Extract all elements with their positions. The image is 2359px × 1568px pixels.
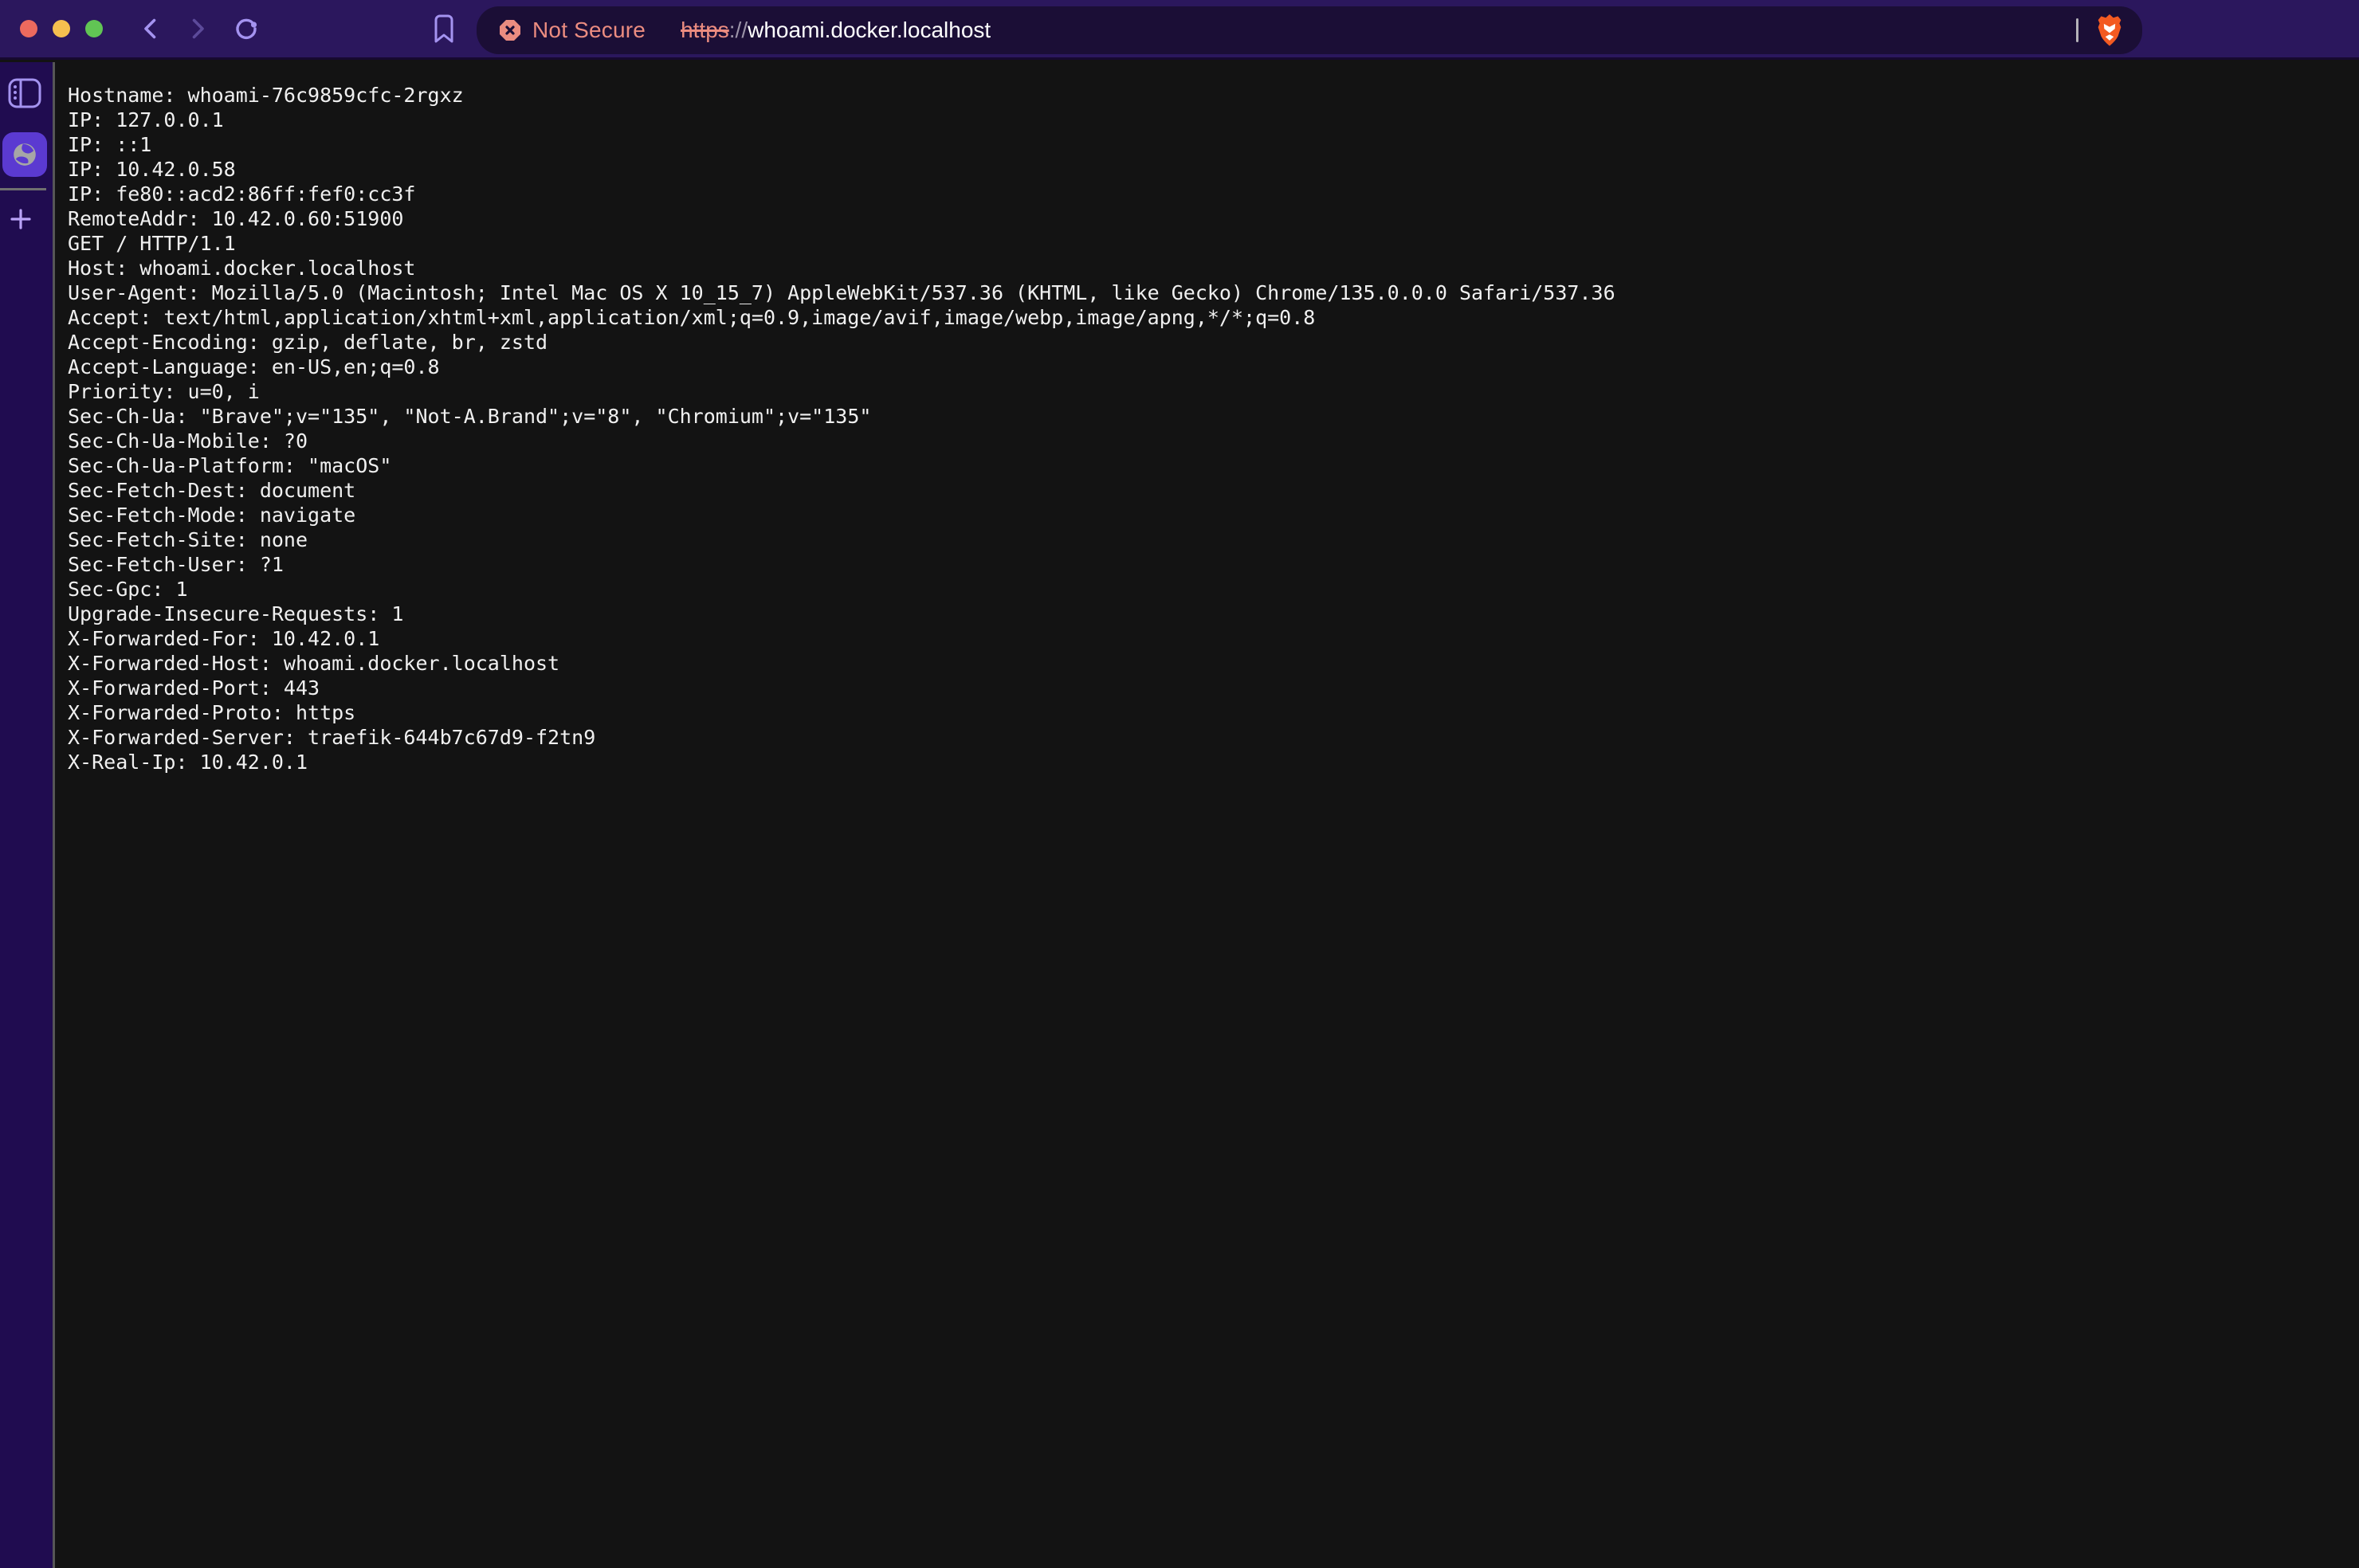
- globe-icon: [11, 141, 38, 168]
- whoami-output: Hostname: whoami-76c9859cfc-2rgxz IP: 12…: [55, 62, 2359, 774]
- back-button[interactable]: [137, 15, 164, 42]
- sidebar-toggle-button[interactable]: [8, 78, 41, 108]
- window-zoom-button[interactable]: [85, 20, 103, 37]
- new-tab-button[interactable]: [9, 207, 33, 231]
- url-scheme: https: [681, 18, 729, 42]
- url-separator: ://: [729, 18, 748, 42]
- sidebar-divider: [0, 188, 46, 190]
- reload-button[interactable]: [233, 15, 260, 42]
- chevron-right-icon: [184, 15, 211, 42]
- url-text[interactable]: https://whoami.docker.localhost: [681, 18, 991, 43]
- url-host: whoami.docker.localhost: [748, 18, 991, 42]
- sidebar-panel-icon: [8, 78, 41, 108]
- bookmark-ribbon-icon: [430, 14, 457, 44]
- window-minimize-button[interactable]: [53, 20, 70, 37]
- chevron-left-icon: [137, 15, 164, 42]
- not-secure-label: Not Secure: [532, 18, 646, 43]
- urlbar-divider: [2076, 18, 2078, 42]
- window-close-button[interactable]: [20, 20, 37, 37]
- brave-lion-icon[interactable]: [2094, 14, 2125, 47]
- browser-toolbar: Not Secure https://whoami.docker.localho…: [0, 0, 2359, 60]
- bookmark-button[interactable]: [430, 14, 457, 44]
- forward-button[interactable]: [184, 15, 211, 42]
- vertical-tabs-sidebar: [0, 62, 53, 1568]
- address-bar[interactable]: Not Secure https://whoami.docker.localho…: [477, 6, 2142, 54]
- plus-icon: [9, 207, 33, 231]
- reload-arc-icon: [233, 15, 260, 42]
- sidebar-tab-whoami-active[interactable]: [2, 132, 47, 177]
- not-secure-warning-icon[interactable]: [499, 19, 521, 41]
- page-content: Hostname: whoami-76c9859cfc-2rgxz IP: 12…: [53, 62, 2359, 1568]
